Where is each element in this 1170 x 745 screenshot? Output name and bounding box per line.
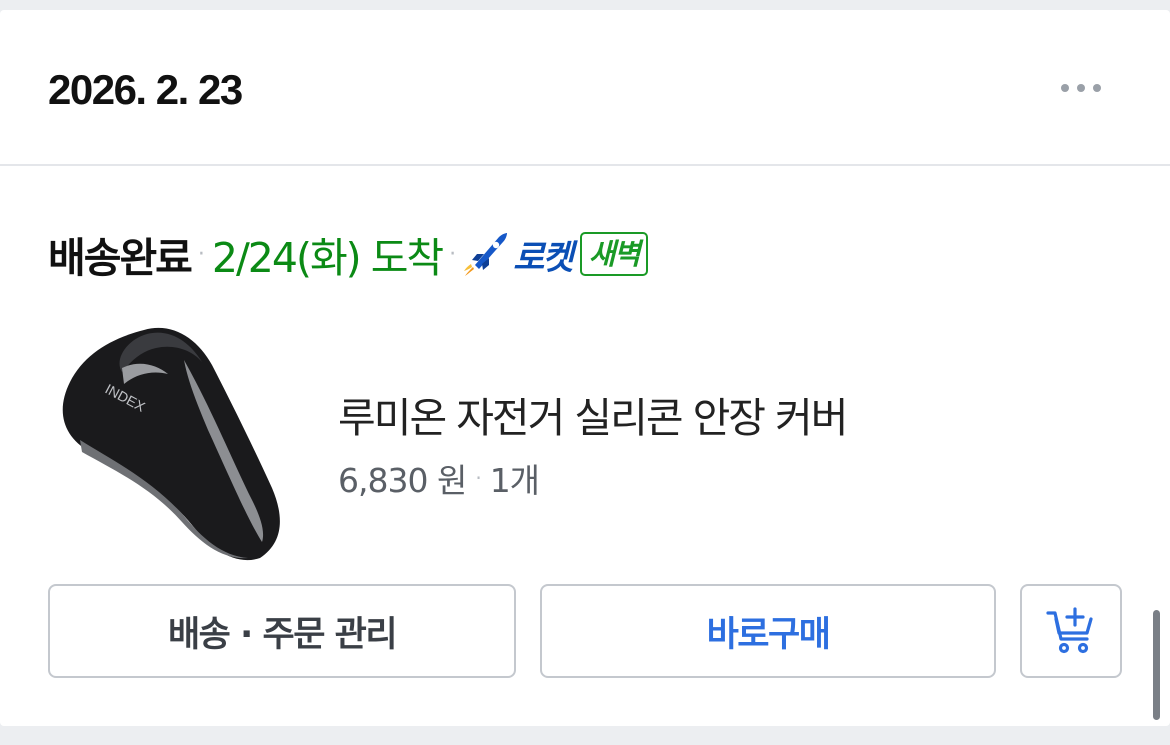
product-price: 6,830 원	[338, 461, 467, 500]
product-meta: 6,830 원 · 1개	[338, 454, 540, 502]
buy-now-button[interactable]: 바로구매	[540, 584, 996, 678]
delivery-status: 배송완료	[48, 234, 193, 282]
separator-dot: ·	[197, 241, 205, 267]
more-options-button[interactable]	[1050, 70, 1112, 106]
manage-delivery-order-button[interactable]: 배송 · 주문 관리	[48, 584, 516, 678]
rocket-dawn-badge: 로켓 새벽	[463, 230, 649, 279]
order-header: 2026. 2. 23	[0, 10, 1170, 166]
product-name[interactable]: 루미온 자전거 실리콘 안장 커버	[338, 384, 848, 444]
more-dot-icon	[1061, 84, 1069, 92]
arrival-date: 2/24(화) 도착	[211, 234, 444, 282]
more-dot-icon	[1093, 84, 1101, 92]
delivery-status-row: 배송완료 · 2/24(화) 도착 · 로켓 새벽	[48, 222, 649, 286]
bicycle-saddle-image: INDEX	[62, 327, 280, 561]
order-card: 2026. 2. 23 배송완료 · 2/24(화) 도착 · 로켓 새벽 IN…	[0, 10, 1170, 726]
rocket-icon	[464, 233, 508, 276]
rocket-label: 로켓	[513, 237, 574, 278]
product-quantity: 1개	[489, 461, 540, 500]
more-dot-icon	[1077, 84, 1085, 92]
separator-dot: ·	[449, 241, 457, 267]
add-to-cart-icon	[1046, 607, 1093, 654]
order-date: 2026. 2. 23	[48, 66, 243, 113]
scrollbar[interactable]	[1153, 610, 1160, 720]
dawn-badge: 새벽	[579, 232, 649, 276]
add-to-cart-button[interactable]	[1020, 584, 1122, 678]
separator-dot: ·	[475, 466, 481, 490]
product-thumbnail[interactable]: INDEX	[52, 320, 297, 565]
